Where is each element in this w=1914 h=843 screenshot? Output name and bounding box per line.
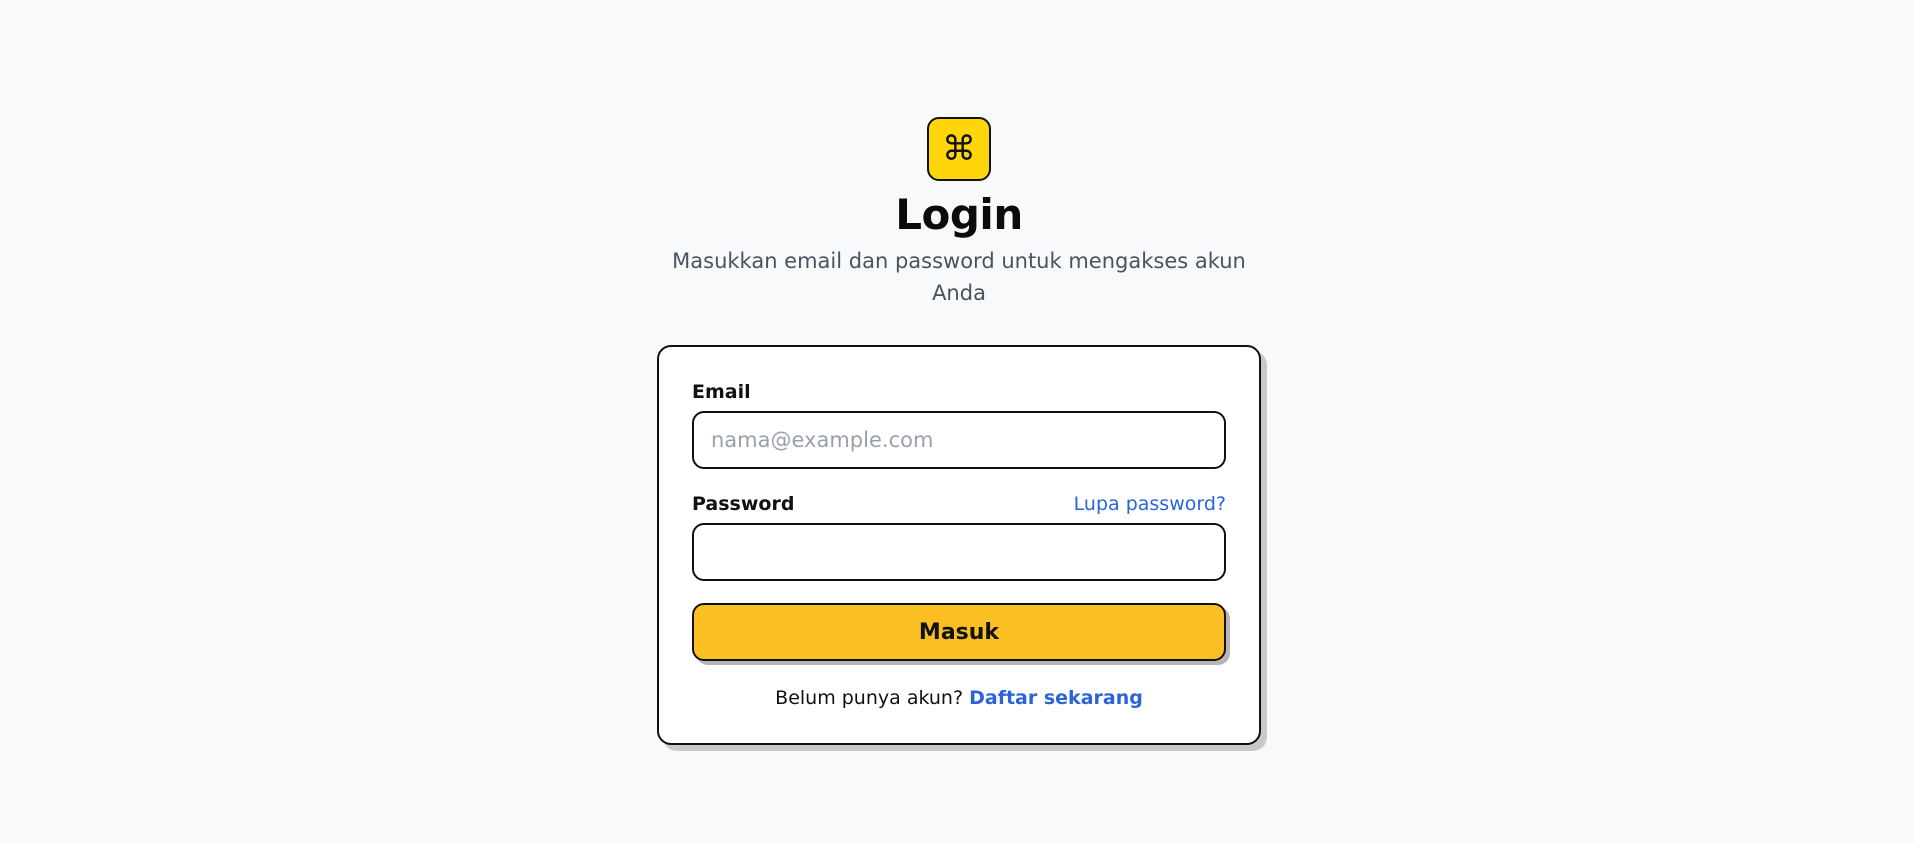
register-prompt: Belum punya akun? Daftar sekarang bbox=[692, 685, 1226, 711]
command-icon: ⌘ bbox=[927, 117, 991, 181]
password-field[interactable] bbox=[692, 523, 1226, 581]
email-label-row: Email bbox=[692, 379, 1226, 405]
forgot-password-link[interactable]: Lupa password? bbox=[1074, 491, 1226, 517]
login-form: Email Password Lupa password? Masuk Belu… bbox=[657, 345, 1261, 745]
email-field[interactable] bbox=[692, 411, 1226, 469]
password-label-row: Password Lupa password? bbox=[692, 491, 1226, 517]
login-page: ⌘ Login Masukkan email dan password untu… bbox=[657, 117, 1261, 745]
register-prompt-text: Belum punya akun? bbox=[775, 687, 964, 709]
email-group: Email bbox=[692, 379, 1226, 469]
register-link[interactable]: Daftar sekarang bbox=[969, 687, 1143, 709]
password-label: Password bbox=[692, 493, 795, 515]
page-subtitle: Masukkan email dan password untuk mengak… bbox=[672, 249, 1246, 305]
password-group: Password Lupa password? bbox=[692, 491, 1226, 581]
email-label: Email bbox=[692, 381, 751, 403]
login-button[interactable]: Masuk bbox=[692, 603, 1226, 661]
page-title: Login bbox=[895, 190, 1023, 239]
